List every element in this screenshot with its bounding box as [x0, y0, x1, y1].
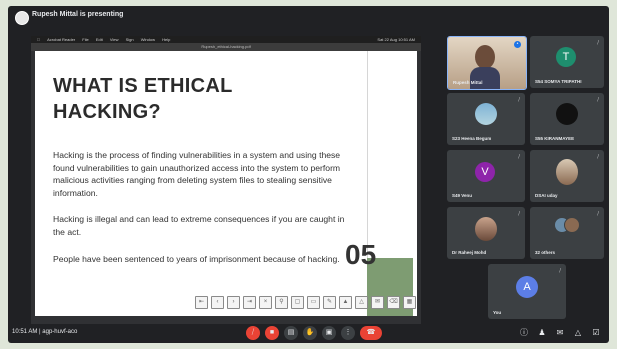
- participant-tile[interactable]: ⧸ S55 KIRANMAYEE: [530, 93, 604, 145]
- participant-name: S55 KIRANMAYEE: [535, 136, 575, 141]
- prev-page-icon[interactable]: ‹: [211, 296, 224, 309]
- participant-avatar: V: [475, 162, 495, 182]
- participant-avatar: [556, 159, 578, 185]
- participant-name: S49 Venu: [452, 193, 473, 198]
- presenter-avatar: [15, 11, 29, 25]
- pdf-toolbar: ⇤ ‹ › ⇥ × ⚲ ▢ ▭ ✎ ▲ △ ✉ ⌫ ▦ ≡ ⋮: [195, 296, 417, 310]
- last-page-icon[interactable]: ⇥: [243, 296, 256, 309]
- slide: WHAT IS ETHICAL HACKING? Hacking is the …: [35, 51, 417, 316]
- mic-off-icon: ⧸: [518, 97, 520, 103]
- shape-icon[interactable]: △: [355, 296, 368, 309]
- participant-tile[interactable]: ⧸ DSAI uday: [530, 150, 604, 202]
- participant-name: Rupesh Mittal: [453, 80, 483, 85]
- next-page-icon[interactable]: ›: [227, 296, 240, 309]
- self-name: You: [493, 310, 502, 315]
- draw-icon[interactable]: ✎: [323, 296, 336, 309]
- self-avatar: A: [516, 276, 538, 298]
- close-icon[interactable]: ×: [259, 296, 272, 309]
- participant-tile[interactable]: T ⧸ S54 SOMYA TRIPATHI: [530, 36, 604, 88]
- participant-name: S23 Heena Begum: [452, 136, 492, 141]
- more-options-icon[interactable]: ⋮: [341, 326, 355, 340]
- participant-avatar: [564, 217, 580, 233]
- participant-name: S54 SOMYA TRIPATHI: [535, 79, 582, 84]
- mic-off-icon: ⧸: [597, 154, 599, 160]
- mic-off-icon: ⧸: [597, 97, 599, 103]
- participant-tile[interactable]: ⧸ Dr Raheej Mohd: [447, 207, 525, 259]
- menubar-item: View: [105, 37, 119, 42]
- people-icon[interactable]: ♟: [537, 328, 547, 338]
- info-icon[interactable]: ⓘ: [519, 328, 529, 338]
- participant-tile-others[interactable]: ⧸ 32 others: [530, 207, 604, 259]
- menubar-item: Edit: [91, 37, 103, 42]
- menubar-item: Help: [157, 37, 170, 42]
- meeting-code: agp-huvf-aco: [42, 329, 78, 335]
- activities-icon[interactable]: △: [573, 328, 583, 338]
- participant-avatar: [556, 103, 578, 125]
- mic-off-icon: ⧸: [518, 154, 520, 160]
- participant-tile[interactable]: • Rupesh Mittal: [447, 36, 527, 90]
- participant-shirt: [470, 67, 500, 89]
- fit-width-icon[interactable]: ▭: [307, 296, 320, 309]
- menubar-item: File: [78, 37, 88, 42]
- slide-paragraph-2: Hacking is illegal and can lead to extre…: [53, 214, 345, 237]
- mic-off-icon: ⧸: [518, 211, 520, 217]
- self-tile[interactable]: A ⧸ You: [488, 264, 566, 319]
- participant-avatar: [475, 217, 497, 241]
- slide-paragraph-3: People have been sentenced to years of i…: [53, 254, 340, 264]
- slide-number: 05: [345, 239, 377, 270]
- others-count: 32 others: [535, 250, 556, 255]
- chat-icon[interactable]: ✉: [555, 328, 565, 338]
- speaking-icon: •: [514, 41, 521, 48]
- meeting-separator: |: [39, 329, 41, 335]
- grid-icon[interactable]: ▦: [403, 296, 416, 309]
- mic-off-icon: ⧸: [597, 211, 599, 217]
- apple-icon: : [37, 37, 40, 42]
- side-panel-icons: ⓘ ♟ ✉ △ ☑: [519, 328, 601, 338]
- zoom-icon[interactable]: ⚲: [275, 296, 288, 309]
- top-bar: Rupesh Mittal is presenting: [8, 6, 609, 28]
- captions-icon[interactable]: ▤: [284, 326, 298, 340]
- participant-tile[interactable]: V ⧸ S49 Venu: [447, 150, 525, 202]
- mic-off-icon[interactable]: ⧸: [246, 326, 260, 340]
- menubar-item: Sign: [121, 37, 134, 42]
- participant-name: DSAI uday: [535, 193, 558, 198]
- end-call-icon[interactable]: ☎: [360, 326, 382, 340]
- participant-face: [475, 45, 495, 69]
- menubar-item: Window: [136, 37, 155, 42]
- participant-avatar: T: [556, 47, 576, 67]
- slide-paragraph-1: Hacking is the process of finding vulner…: [53, 150, 341, 198]
- menubar-clock: Sat 22 Aug 10:51 AM: [377, 37, 415, 42]
- participant-name: Dr Raheej Mohd: [452, 250, 487, 255]
- menubar-item: Acrobat Reader: [43, 37, 75, 42]
- lock-icon[interactable]: ☑: [591, 328, 601, 338]
- mic-off-icon: ⧸: [559, 268, 561, 274]
- slide-divider: [367, 51, 368, 258]
- mac-menubar:  Acrobat Reader File Edit View Sign Win…: [31, 36, 421, 43]
- highlight-icon[interactable]: ▲: [339, 296, 352, 309]
- meeting-info: 10:51 AM | agp-huvf-aco: [12, 329, 77, 335]
- pdf-titlebar: Rupesh_ethical-hacking.pdf: [31, 43, 421, 51]
- participant-avatar: [475, 103, 497, 125]
- eraser-icon[interactable]: ⌫: [387, 296, 400, 309]
- raise-hand-icon[interactable]: ✋: [303, 326, 317, 340]
- slide-title: WHAT IS ETHICAL HACKING?: [53, 75, 233, 123]
- comment-icon[interactable]: ✉: [371, 296, 384, 309]
- meet-window: Rupesh Mittal is presenting  Acrobat Re…: [8, 6, 609, 343]
- presenting-label: Rupesh Mittal is presenting: [32, 11, 124, 18]
- camera-off-icon[interactable]: ■: [265, 326, 279, 340]
- shared-screen[interactable]:  Acrobat Reader File Edit View Sign Win…: [31, 36, 421, 324]
- participant-tile[interactable]: ⧸ S23 Heena Begum: [447, 93, 525, 145]
- present-icon[interactable]: ▣: [322, 326, 336, 340]
- call-controls: ⧸ ■ ▤ ✋ ▣ ⋮ ☎: [246, 326, 382, 340]
- fit-page-icon[interactable]: ▢: [291, 296, 304, 309]
- first-page-icon[interactable]: ⇤: [195, 296, 208, 309]
- mic-off-icon: ⧸: [597, 40, 599, 46]
- bottom-bar: 10:51 AM | agp-huvf-aco ⧸ ■ ▤ ✋ ▣ ⋮ ☎ ⓘ …: [8, 324, 609, 343]
- meeting-time: 10:51 AM: [12, 329, 38, 335]
